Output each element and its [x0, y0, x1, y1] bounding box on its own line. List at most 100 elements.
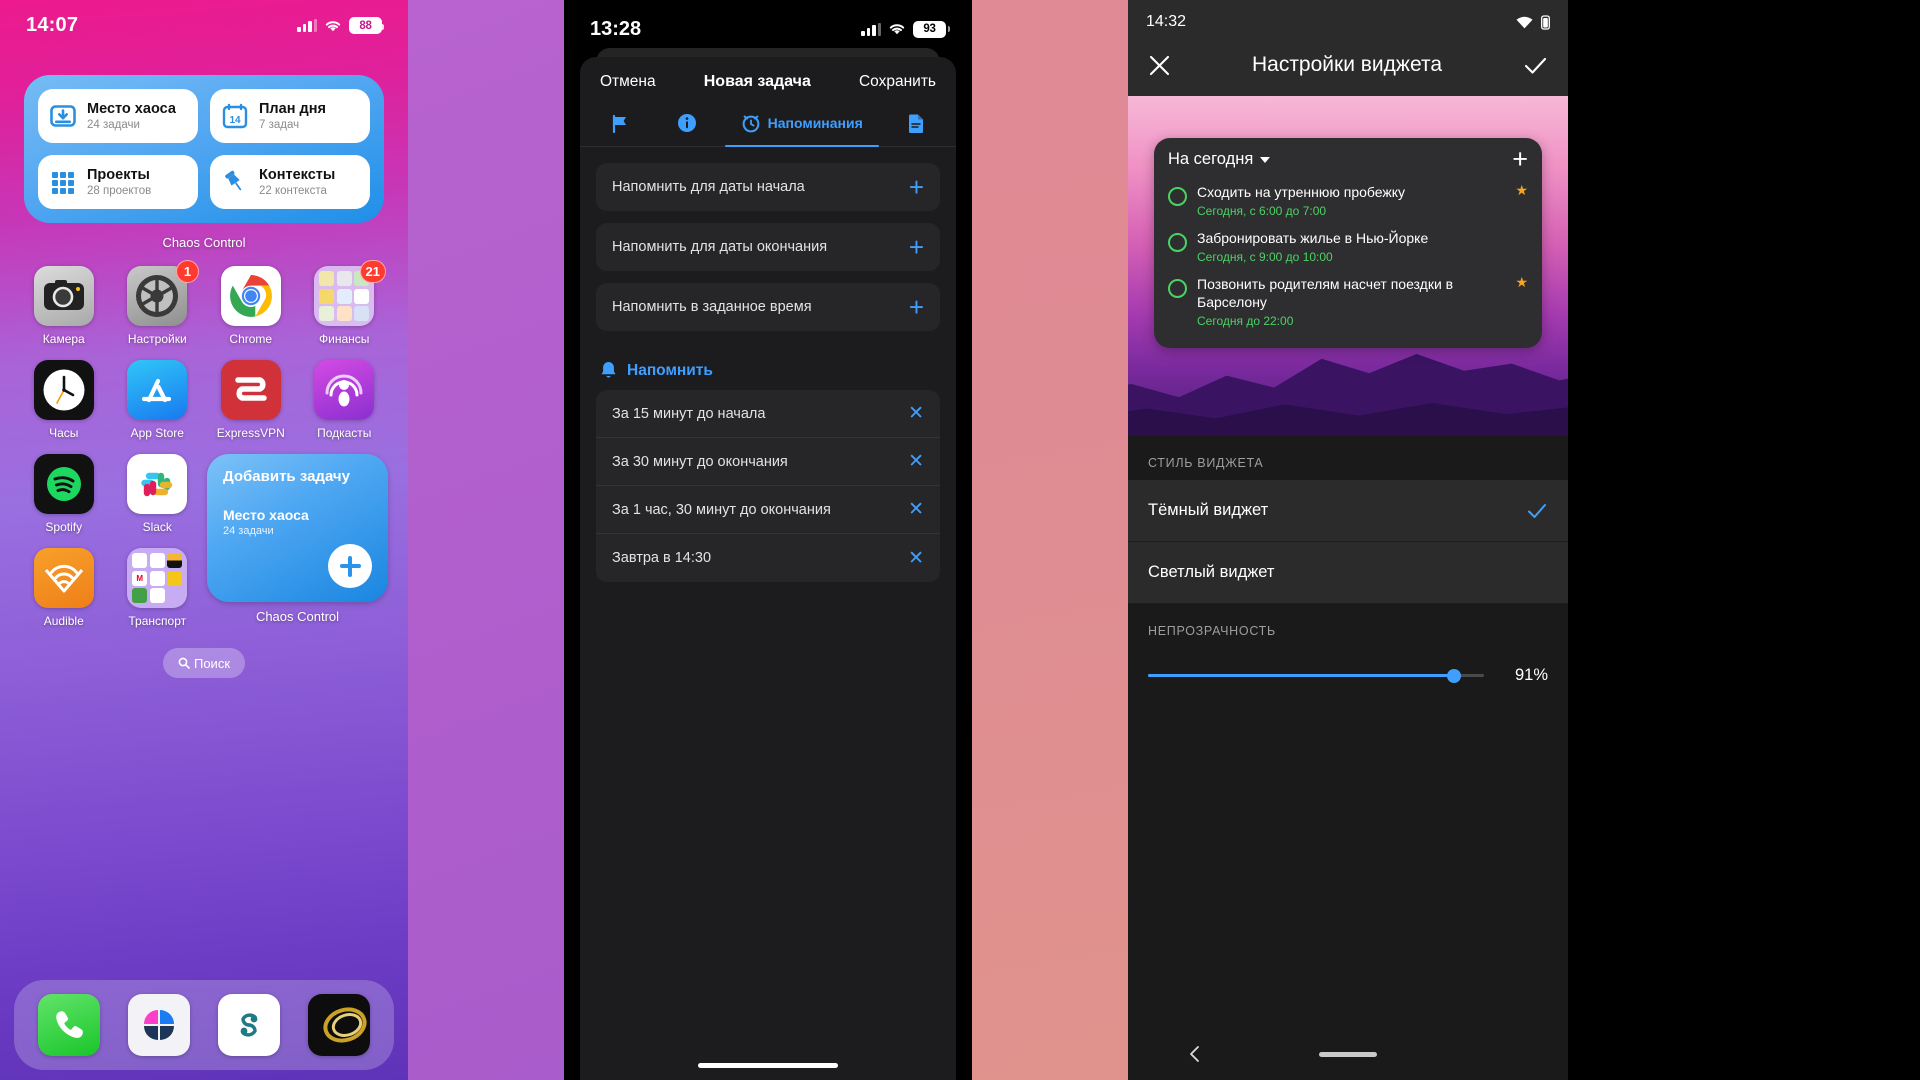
status-icons: 88	[297, 17, 384, 34]
option-label: Напомнить в заданное время	[612, 299, 812, 315]
preview-list-name-button[interactable]: На сегодня	[1168, 150, 1271, 169]
status-time: 14:07	[26, 14, 79, 36]
preview-task-row[interactable]: Сходить на утреннюю пробежку Сегодня, с …	[1168, 178, 1528, 224]
close-icon[interactable]	[1148, 54, 1171, 77]
plus-icon[interactable]: +	[1512, 146, 1528, 173]
chaos-control-widget[interactable]: Место хаоса 24 задачи 14 План дня 7 зада…	[0, 75, 408, 250]
app-podcasts[interactable]: Подкасты	[301, 360, 389, 440]
widget-card-projects[interactable]: Проекты 28 проектов	[38, 155, 198, 209]
app-transport-folder[interactable]: M Транспорт	[114, 548, 202, 628]
reminder-label: За 1 час, 30 минут до окончания	[612, 501, 831, 518]
reminder-row[interactable]: За 30 минут до окончания ✕	[596, 438, 940, 486]
reminder-label: Завтра в 14:30	[612, 550, 712, 566]
status-icons: 93	[861, 20, 950, 38]
opacity-slider[interactable]	[1148, 668, 1484, 683]
new-task-sheet: Отмена Новая задача Сохранить Напоминани…	[580, 57, 956, 1080]
style-option-label: Светлый виджет	[1148, 563, 1275, 581]
style-option-label: Тёмный виджет	[1148, 501, 1269, 519]
close-icon[interactable]: ✕	[908, 452, 924, 471]
close-icon[interactable]: ✕	[908, 500, 924, 519]
reminders-section-label: Напомнить	[627, 361, 713, 379]
phone-app-icon[interactable]	[38, 994, 100, 1056]
battery-icon: 88	[349, 17, 384, 34]
three-phone-screenshots: 14:07 88 Место хаоса 24 задачи 14 План д…	[0, 0, 1920, 1080]
style-option-dark[interactable]: Тёмный виджет	[1128, 480, 1568, 542]
opacity-slider-knob[interactable]	[1446, 668, 1461, 683]
tab-flag[interactable]	[586, 103, 653, 146]
app-settings[interactable]: 1 Настройки	[114, 260, 202, 346]
close-icon[interactable]: ✕	[908, 404, 924, 423]
option-remind-end[interactable]: Напомнить для даты окончания +	[596, 223, 940, 271]
document-icon	[909, 114, 924, 133]
wifi-icon	[1516, 16, 1533, 28]
app-bar: Настройки виджета	[1128, 34, 1568, 96]
app-clock[interactable]: Часы	[20, 360, 108, 440]
app-app-store[interactable]: App Store	[114, 360, 202, 440]
alarm-clock-icon	[742, 115, 760, 133]
preview-widget-header: На сегодня +	[1168, 146, 1528, 173]
widget-card-inbox[interactable]: Место хаоса 24 задачи	[38, 89, 198, 143]
cancel-button[interactable]: Отмена	[600, 73, 656, 91]
status-bar: 13:28 93	[564, 0, 972, 44]
pin-icon	[221, 168, 249, 196]
reminders-list: За 15 минут до начала ✕ За 30 минут до о…	[596, 390, 940, 582]
opacity-section-caption: НЕПРОЗРАЧНОСТЬ	[1148, 624, 1276, 638]
preview-task-row[interactable]: Позвонить родителям насчет поездки в Бар…	[1168, 270, 1528, 334]
check-icon	[1528, 503, 1546, 518]
preview-list-name: На сегодня	[1168, 150, 1254, 168]
app-label: Audible	[43, 614, 84, 628]
chevron-down-icon	[1260, 156, 1271, 163]
app-slack[interactable]: Slack	[114, 454, 202, 534]
app-camera[interactable]: Камера	[20, 266, 108, 346]
preview-widget-tile[interactable]: На сегодня + Сходить на утреннюю пробежк…	[1154, 138, 1542, 348]
app-label: Камера	[42, 332, 85, 346]
home-indicator	[698, 1063, 838, 1068]
plus-icon[interactable]: +	[909, 234, 924, 260]
dock	[14, 980, 394, 1070]
gold-swirl-app-icon[interactable]	[308, 994, 370, 1056]
reminder-row[interactable]: За 1 час, 30 минут до окончания ✕	[596, 486, 940, 534]
task-checkbox[interactable]	[1168, 278, 1187, 298]
widget-card-dayplan[interactable]: 14 План дня 7 задач	[210, 89, 370, 143]
tab-notes[interactable]	[883, 103, 950, 146]
inbox-icon	[49, 102, 77, 130]
add-task-widget[interactable]: Добавить задачу Место хаоса 24 задачи Ch…	[207, 454, 388, 628]
option-remind-custom[interactable]: Напомнить в заданное время +	[596, 283, 940, 331]
calendar-icon: 14	[221, 102, 249, 130]
badge-count: 1	[176, 260, 199, 283]
close-icon[interactable]: ✕	[908, 549, 924, 568]
reminder-row[interactable]: За 15 минут до начала ✕	[596, 390, 940, 438]
add-task-plus-icon[interactable]	[328, 544, 372, 588]
task-checkbox[interactable]	[1168, 232, 1187, 252]
star-icon: ★	[1515, 182, 1528, 198]
background-gap-1	[408, 0, 564, 1080]
widget-card-contexts[interactable]: Контексты 22 контекста	[210, 155, 370, 209]
search-button[interactable]: Поиск	[163, 648, 245, 678]
plus-icon[interactable]: +	[909, 294, 924, 320]
save-button[interactable]: Сохранить	[859, 73, 936, 91]
pinwheel-app-icon[interactable]	[128, 994, 190, 1056]
style-section-caption: СТИЛЬ ВИДЖЕТА	[1148, 456, 1264, 470]
flag-icon	[613, 114, 627, 133]
preview-task-row[interactable]: Забронировать жилье в Нью-Йорке Сегодня,…	[1168, 224, 1528, 270]
option-remind-start[interactable]: Напомнить для даты начала +	[596, 163, 940, 211]
scribd-app-icon[interactable]	[218, 994, 280, 1056]
svg-text:14: 14	[229, 115, 241, 126]
app-finance-folder[interactable]: 21 Финансы	[301, 260, 389, 346]
plus-icon[interactable]: +	[909, 174, 924, 200]
app-audible[interactable]: Audible	[20, 548, 108, 628]
app-spotify[interactable]: Spotify	[20, 454, 108, 534]
home-indicator[interactable]	[1318, 1051, 1377, 1057]
reminder-row[interactable]: Завтра в 14:30 ✕	[596, 534, 940, 582]
app-chrome[interactable]: Chrome	[207, 266, 295, 346]
style-option-light[interactable]: Светлый виджет	[1128, 542, 1568, 604]
app-expressvpn[interactable]: ExpressVPN	[207, 360, 295, 440]
task-checkbox[interactable]	[1168, 187, 1187, 206]
app-label: Slack	[142, 520, 172, 534]
app-label: Chrome	[229, 332, 273, 346]
back-chevron-icon[interactable]	[1186, 1045, 1204, 1063]
tab-info[interactable]	[653, 103, 720, 146]
check-icon[interactable]	[1523, 53, 1548, 78]
tab-reminders[interactable]: Напоминания	[721, 103, 883, 147]
transport-folder-icon: M	[127, 548, 188, 608]
